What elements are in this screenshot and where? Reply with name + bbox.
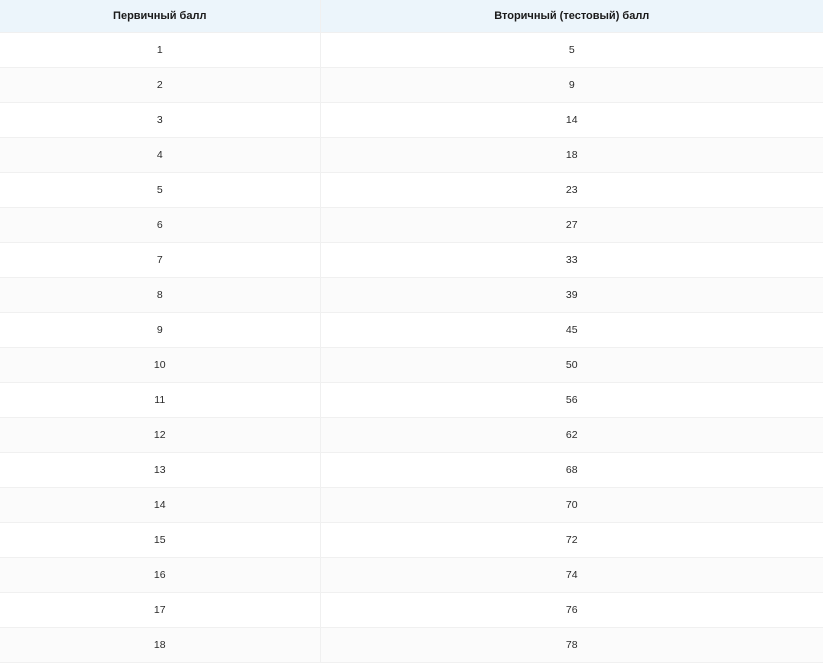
secondary-score-cell: 50 [320,348,823,383]
table-header-row: Первичный балл Вторичный (тестовый) балл [0,0,823,33]
table-row: 1572 [0,523,823,558]
table-row: 523 [0,173,823,208]
table-body: 1529314418523627733839945105011561262136… [0,33,823,663]
primary-score-cell: 5 [0,173,320,208]
primary-score-cell: 13 [0,453,320,488]
secondary-score-cell: 56 [320,383,823,418]
primary-score-cell: 15 [0,523,320,558]
header-secondary-score: Вторичный (тестовый) балл [320,0,823,33]
secondary-score-cell: 45 [320,313,823,348]
secondary-score-cell: 78 [320,628,823,663]
secondary-score-cell: 76 [320,593,823,628]
secondary-score-cell: 9 [320,68,823,103]
table-row: 1878 [0,628,823,663]
secondary-score-cell: 14 [320,103,823,138]
primary-score-cell: 6 [0,208,320,243]
primary-score-cell: 14 [0,488,320,523]
secondary-score-cell: 62 [320,418,823,453]
primary-score-cell: 17 [0,593,320,628]
table-row: 1050 [0,348,823,383]
score-conversion-table: Первичный балл Вторичный (тестовый) балл… [0,0,823,663]
table-row: 29 [0,68,823,103]
secondary-score-cell: 33 [320,243,823,278]
table-row: 1776 [0,593,823,628]
secondary-score-cell: 18 [320,138,823,173]
table-row: 1470 [0,488,823,523]
primary-score-cell: 7 [0,243,320,278]
table-row: 1368 [0,453,823,488]
primary-score-cell: 11 [0,383,320,418]
table-row: 1262 [0,418,823,453]
table-row: 15 [0,33,823,68]
primary-score-cell: 2 [0,68,320,103]
secondary-score-cell: 27 [320,208,823,243]
primary-score-cell: 4 [0,138,320,173]
primary-score-cell: 16 [0,558,320,593]
table-row: 945 [0,313,823,348]
secondary-score-cell: 23 [320,173,823,208]
primary-score-cell: 3 [0,103,320,138]
table-row: 1156 [0,383,823,418]
secondary-score-cell: 39 [320,278,823,313]
table-row: 733 [0,243,823,278]
header-primary-score: Первичный балл [0,0,320,33]
table-row: 839 [0,278,823,313]
table-row: 627 [0,208,823,243]
secondary-score-cell: 68 [320,453,823,488]
table-row: 1674 [0,558,823,593]
secondary-score-cell: 74 [320,558,823,593]
secondary-score-cell: 72 [320,523,823,558]
table-row: 418 [0,138,823,173]
table-row: 314 [0,103,823,138]
secondary-score-cell: 5 [320,33,823,68]
primary-score-cell: 12 [0,418,320,453]
secondary-score-cell: 70 [320,488,823,523]
primary-score-cell: 9 [0,313,320,348]
primary-score-cell: 8 [0,278,320,313]
primary-score-cell: 10 [0,348,320,383]
primary-score-cell: 1 [0,33,320,68]
primary-score-cell: 18 [0,628,320,663]
